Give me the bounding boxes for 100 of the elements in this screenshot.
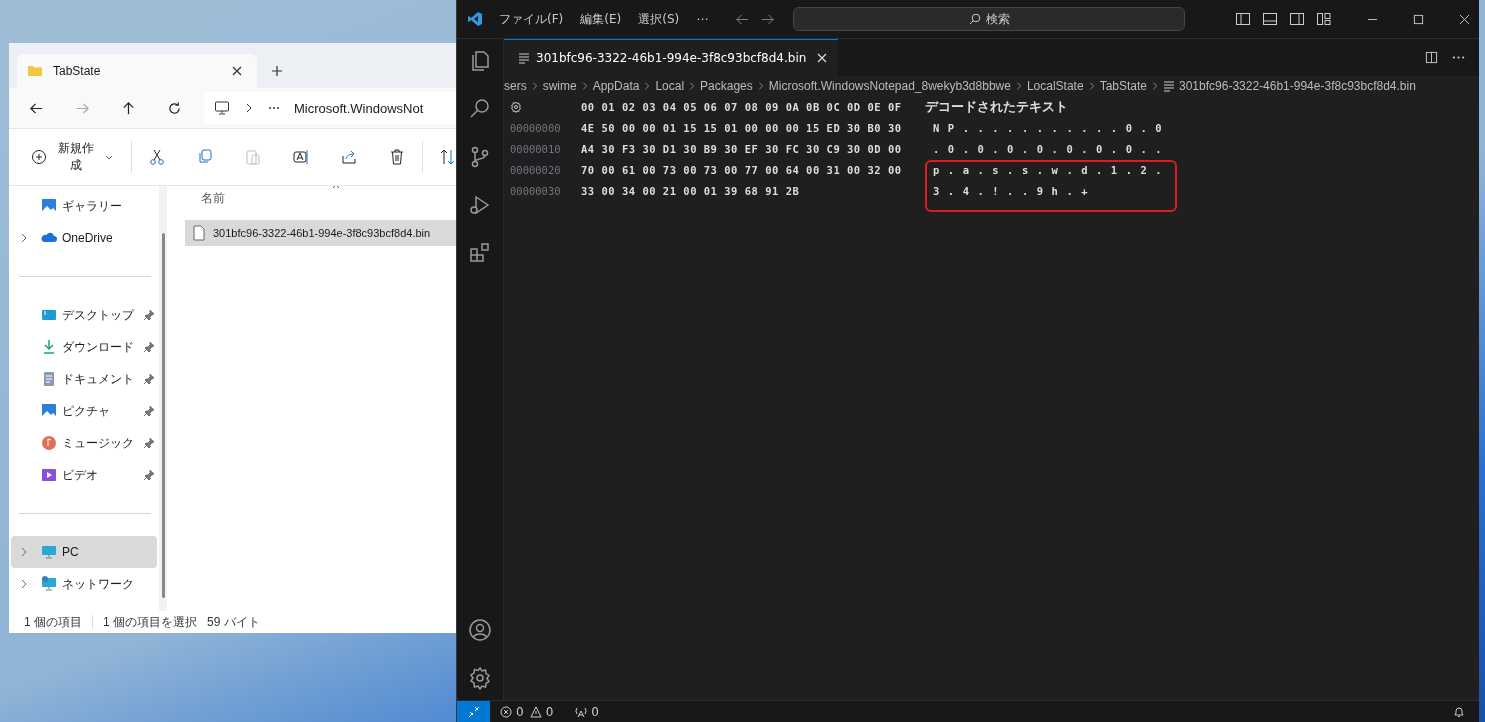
editor-tab[interactable]: 301bfc96-3322-46b1-994e-3f8c93bcf8d4.bin: [504, 39, 839, 76]
share-icon[interactable]: [340, 148, 359, 166]
run-debug-icon[interactable]: [468, 193, 492, 217]
clipboard-icon[interactable]: [244, 148, 263, 166]
breadcrumb-item[interactable]: swime: [542, 79, 577, 93]
file-lines-icon: [1163, 80, 1175, 92]
sidebar-label: PC: [62, 545, 80, 559]
sidebar-label: デスクトップ: [62, 306, 136, 324]
sidebar-item[interactable]: OneDrive: [11, 222, 157, 254]
settings-icon[interactable]: [468, 666, 492, 690]
breadcrumb-item[interactable]: TabState: [1099, 79, 1147, 93]
monitor-icon: [214, 100, 230, 116]
breadcrumb-item[interactable]: 301bfc96-3322-46b1-994e-3f8c93bcf8d4.bin: [1179, 79, 1416, 93]
layout-icon[interactable]: [1316, 11, 1333, 27]
sort-icon[interactable]: [439, 148, 457, 166]
decoded-text: 3.4.!..9h.+: [932, 184, 1097, 197]
menu-item[interactable]: 選択(S): [638, 10, 680, 28]
menu-item[interactable]: ⋯: [696, 12, 709, 26]
expand-chevron-icon[interactable]: [19, 233, 29, 243]
breadcrumb-item[interactable]: sers: [504, 79, 527, 93]
menu-item[interactable]: 編集(E): [580, 10, 622, 28]
breadcrumb-item[interactable]: AppData: [592, 79, 640, 93]
rename-icon[interactable]: [292, 148, 311, 166]
secondary-sidebar-icon[interactable]: [1289, 11, 1306, 27]
chevron-icon: [1014, 82, 1023, 90]
offset-label: 00000000: [510, 121, 562, 134]
sidebar-item[interactable]: ミュージック: [11, 427, 157, 459]
search-field[interactable]: 検索: [793, 7, 1186, 31]
file-lines-icon: [518, 52, 530, 64]
chevron-icon: [1087, 82, 1096, 90]
port-count[interactable]: 0: [591, 704, 599, 719]
decoded-text-header: デコードされたテキスト: [925, 97, 1068, 116]
new-button[interactable]: 新規作成: [29, 136, 116, 178]
sidebar-toggle-icon[interactable]: [1235, 11, 1252, 27]
sidebar-item[interactable]: ビデオ: [11, 459, 157, 491]
breadcrumb-item[interactable]: LocalState: [1026, 79, 1084, 93]
panel-toggle-icon[interactable]: [1262, 11, 1279, 27]
status-text: 59 バイト: [207, 613, 260, 631]
up-arrow-icon[interactable]: [121, 100, 136, 116]
extensions-icon[interactable]: [468, 241, 492, 265]
sidebar-item[interactable]: デスクトップ: [11, 299, 157, 331]
desktop-icon: [41, 307, 57, 323]
app-logo-icon: [467, 11, 483, 27]
scrollbar[interactable]: [162, 233, 165, 598]
remote-icon: [467, 705, 480, 718]
error-count[interactable]: 0: [516, 704, 524, 719]
sidebar-item[interactable]: ネットワーク: [11, 568, 157, 600]
gallery-icon: [41, 198, 57, 214]
hex-bytes: 70 00 61 00 73 00 73 00 77 00 64 00 31 00 32 00: [581, 163, 903, 176]
address-bar[interactable]: Microsoft.WindowsNot: [204, 92, 457, 124]
account-icon[interactable]: [468, 618, 492, 642]
error-icon: [500, 705, 512, 718]
offset-label: 00000030: [510, 184, 562, 197]
search-icon: [968, 13, 981, 25]
sidebar-label: ドキュメント: [62, 370, 135, 388]
file-icon: [191, 225, 207, 241]
hex-bytes: 33 00 34 00 21 00 01 39 68 91 2B: [581, 184, 801, 197]
settings-icon[interactable]: [510, 100, 522, 113]
sidebar-item[interactable]: PC: [11, 536, 157, 568]
warning-count[interactable]: 0: [545, 704, 554, 719]
sidebar-item[interactable]: ドキュメント: [11, 363, 157, 395]
split-editor-icon[interactable]: [1425, 51, 1438, 64]
folder-tab[interactable]: TabState: [17, 54, 257, 88]
expand-chevron-icon[interactable]: [19, 579, 29, 589]
column-header[interactable]: 名前: [201, 191, 225, 205]
breadcrumb-item[interactable]: Packages: [700, 79, 753, 93]
refresh-icon[interactable]: [167, 100, 182, 116]
sidebar-item[interactable]: ピクチャ: [11, 395, 157, 427]
chevron-icon: [643, 82, 652, 90]
scissors-icon[interactable]: [148, 148, 167, 166]
expand-chevron-icon[interactable]: [19, 547, 29, 557]
chevron-icon: [688, 82, 697, 90]
video-icon: [41, 467, 57, 483]
hex-bytes: 4E 50 00 00 01 15 15 01 00 00 00 15 ED 30 B0 30: [581, 121, 903, 134]
address-path: Microsoft.WindowsNot: [294, 100, 424, 116]
copy-icon[interactable]: [196, 148, 215, 166]
hex-bytes: A4 30 F3 30 D1 30 B9 30 EF 30 FC 30 C9 30 0D 00: [581, 142, 903, 155]
folder-icon: [27, 63, 43, 79]
decoded-text: .0.0.0.0.0.0.0..: [932, 142, 1171, 155]
breadcrumb-item[interactable]: Local: [655, 79, 685, 93]
pc-icon: [41, 544, 57, 560]
status-text: 1 個の項目を選択: [103, 613, 198, 631]
menu-item[interactable]: ファイル(F): [499, 10, 564, 28]
sidebar-item[interactable]: ダウンロード: [11, 331, 157, 363]
maximize-icon[interactable]: [1413, 13, 1425, 25]
sidebar-label: ダウンロード: [62, 338, 135, 356]
sidebar-item[interactable]: ギャラリー: [11, 190, 157, 222]
chevron-icon: [244, 103, 254, 113]
status-text: 1 個の項目: [24, 613, 82, 631]
file-name: 301bfc96-3322-46b1-994e-3f8c93bcf8d4.bin: [213, 227, 431, 239]
bell-icon[interactable]: [1453, 705, 1465, 718]
close-icon[interactable]: [231, 65, 243, 77]
document-icon: [41, 371, 57, 387]
close-icon[interactable]: [816, 52, 829, 64]
sidebar-label: ピクチャ: [62, 402, 111, 420]
sidebar-label: ギャラリー: [62, 197, 123, 215]
breadcrumb-item[interactable]: Microsoft.WindowsNotepad_8wekyb3d8bbwe: [768, 79, 1011, 93]
file-row[interactable]: 301bfc96-3322-46b1-994e-3f8c93bcf8d4.bin: [185, 220, 457, 246]
new-tab-icon[interactable]: [271, 65, 283, 77]
chevron-icon: [756, 82, 765, 90]
